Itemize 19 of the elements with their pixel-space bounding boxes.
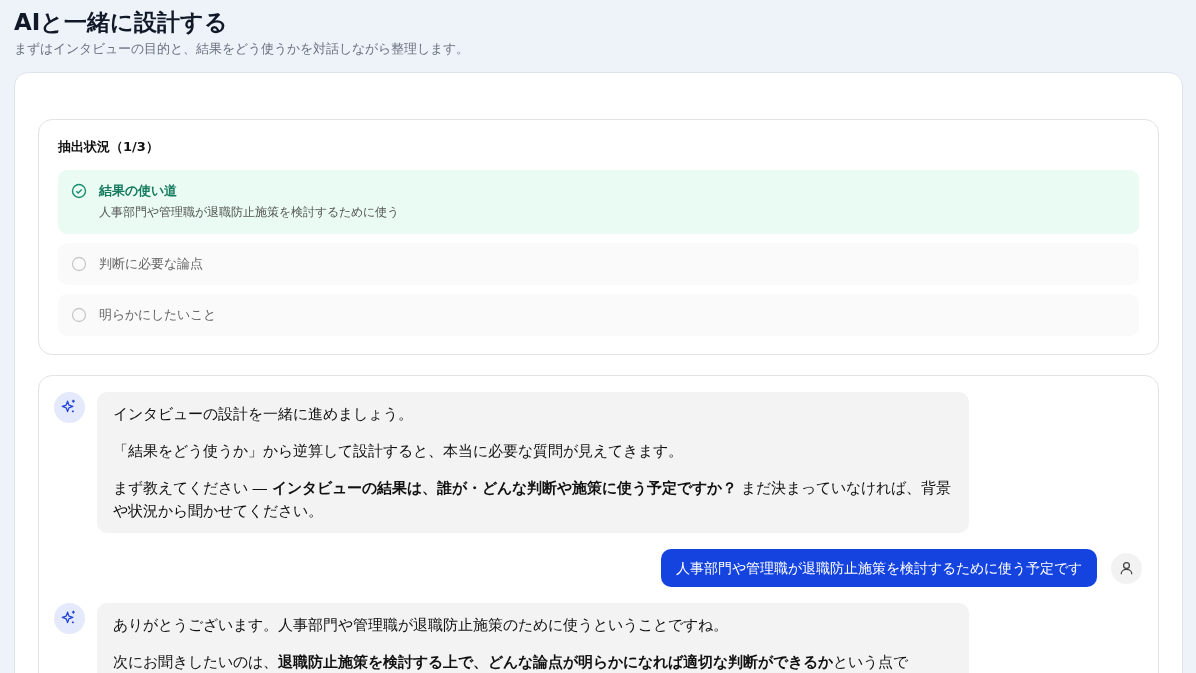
message-paragraph: 「結果をどう使うか」から逆算して設計すると、本当に必要な質問が見えてきます。 <box>113 442 684 461</box>
empty-circle-icon <box>71 307 87 323</box>
message-paragraph: インタビューの設計を一緒に進めましょう。 <box>113 405 414 424</box>
status-label: 明らかにしたいこと <box>99 306 216 324</box>
status-label: 結果の使い道 <box>99 182 178 200</box>
message-paragraph: まず教えてください ― インタビューの結果は、誰が・どんな判断や施策に使う予定ですか？ まだ決まっていなければ、背景や状況から聞かせてください。 <box>113 479 953 521</box>
user-message: 人事部門や管理職が退職防止施策を検討するために使う予定です <box>661 549 1097 587</box>
check-circle-icon <box>71 183 87 199</box>
sparkle-avatar-icon <box>54 392 85 423</box>
status-title: 抽出状況（1/3） <box>58 138 160 156</box>
user-avatar-icon <box>1111 552 1142 584</box>
message-paragraph: ありがとうございます。人事部門や管理職が退職防止施策のために使うということですね。 <box>113 616 729 635</box>
message-paragraph: 次にお聞きしたいのは、退職防止施策を検討する上で、どんな論点が明らかになれば適切な判断ができるかという点で <box>113 653 909 672</box>
status-detail: 人事部門や管理職が退職防止施策を検討するために使う <box>99 204 399 221</box>
page-subtitle: まずはインタビューの目的と、結果をどう使うかを対話しながら整理します。 <box>14 40 470 58</box>
sparkle-avatar-icon <box>54 603 85 634</box>
page-title: AIと一緒に設計する <box>14 8 230 37</box>
empty-circle-icon <box>71 256 87 272</box>
status-label: 判断に必要な論点 <box>99 255 203 273</box>
